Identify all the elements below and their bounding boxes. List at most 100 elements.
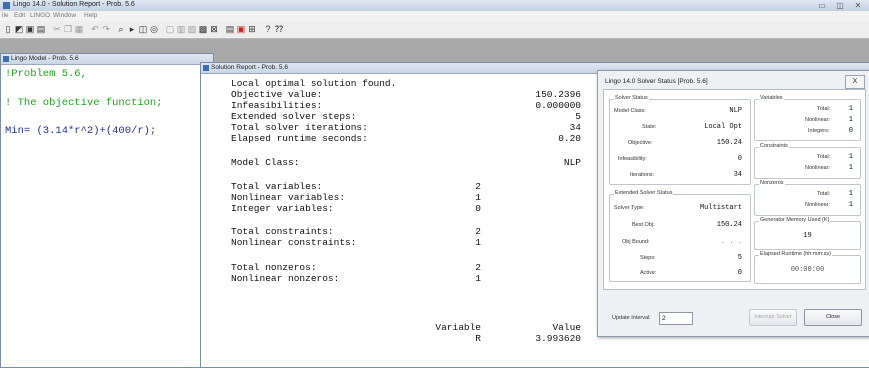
send-to-back-icon[interactable]: ▣ [236, 24, 246, 34]
menu-help[interactable]: Help [84, 12, 97, 19]
report-window-title: Solution Report - Prob. 5.6 [211, 64, 288, 71]
model-doc-icon [3, 56, 9, 62]
constraints-group: Constraints Total: 1 Nonlinear: 1 [754, 143, 861, 179]
variables-nonlinear-label: Nonlinear: [805, 117, 831, 123]
value-column-header: Value [552, 322, 581, 333]
model-line-1[interactable]: !Problem 5.6, [5, 68, 87, 80]
matrix-icon[interactable]: ▥ [176, 24, 186, 34]
count-value: 2 [475, 226, 481, 237]
find-icon[interactable]: ⌕ [116, 24, 126, 34]
report-header: Local optimal solution found. [231, 78, 397, 89]
model-line-2[interactable]: ! The objective function; [5, 97, 163, 109]
print-icon[interactable]: ▤ [36, 24, 46, 34]
open-folder-icon[interactable]: ◩ [14, 24, 24, 34]
model-window-title: Lingo Model - Prob. 5.6 [11, 55, 79, 62]
stat-label: Infeasibilities: [231, 100, 323, 111]
save-icon[interactable]: ▣ [25, 24, 35, 34]
runtime-value: 00:00:00 [790, 266, 825, 274]
stat-value: 150.2396 [535, 89, 581, 100]
arrange-icon[interactable]: ⊞ [247, 24, 257, 34]
match-paren-icon[interactable]: ◫ [138, 24, 148, 34]
copy-icon[interactable]: ❐ [63, 24, 73, 34]
constraints-nonlinear-label: Nonlinear: [805, 165, 831, 171]
nonzeros-total-value: 1 [848, 190, 853, 198]
best-obj-label: Best Obj: [632, 222, 655, 228]
model-class-label: Model Class: [231, 157, 300, 168]
model-class-value: NLP [729, 107, 742, 115]
state-label: State: [642, 124, 657, 130]
paste-icon[interactable]: ▦ [74, 24, 84, 34]
solver-status-group: Solver Status Model Class: NLP State: Lo… [609, 95, 751, 185]
active-label: Active: [640, 270, 657, 276]
redo-icon[interactable]: ↷ [101, 24, 111, 34]
obj-bound-label: Obj Bound: [622, 239, 650, 245]
extended-solver-legend: Extended Solver Status [614, 190, 674, 196]
update-interval-input[interactable]: 2 [659, 312, 693, 325]
count-value: 1 [475, 192, 481, 203]
objective-label: Objective: [628, 140, 653, 146]
stat-value: 0.20 [558, 133, 581, 144]
infeasibility-label: Infeasibility: [618, 156, 647, 162]
count-label: Total nonzeros: [231, 262, 317, 273]
obj-bound-value: . . . [720, 238, 742, 246]
new-file-icon[interactable]: ▯ [3, 24, 13, 34]
close-all-icon[interactable]: ⊠ [209, 24, 219, 34]
constraints-total-value: 1 [848, 153, 853, 161]
stat-value: 5 [575, 111, 581, 122]
count-label: Total constraints: [231, 226, 334, 237]
memory-value: 19 [803, 232, 812, 240]
goto-icon[interactable]: ▸ [127, 24, 137, 34]
count-label: Nonlinear nonzeros: [231, 273, 340, 284]
variables-nonlinear-value: 1 [848, 116, 853, 124]
help-icon[interactable]: ? [263, 24, 273, 34]
count-value: 2 [475, 181, 481, 192]
variable-value-cell: 3.993620 [535, 333, 581, 344]
count-value: 1 [475, 273, 481, 284]
status-panel: Solver Status Model Class: NLP State: Lo… [603, 89, 866, 290]
menu-lingo[interactable]: LINGO [30, 12, 50, 19]
model-class-value: NLP [563, 157, 581, 168]
stat-label: Extended solver steps: [231, 111, 357, 122]
menu-window[interactable]: Window [53, 12, 76, 19]
variables-group: Variables Total: 1 Nonlinear: 1 Integers… [754, 95, 861, 141]
close-button[interactable]: Close [804, 309, 862, 326]
options-icon[interactable]: ▧ [187, 24, 197, 34]
menu-bar: ile Edit LINGO Window Help [0, 11, 869, 21]
memory-group: Generator Memory Used (K) 19 [754, 217, 861, 250]
solver-status-dialog[interactable]: Lingo 14.0 Solver Status [Prob. 5.6] X S… [597, 70, 869, 337]
close-icon[interactable]: ✕ [852, 1, 864, 10]
report-doc-icon [203, 65, 209, 71]
menu-file[interactable]: ile [2, 12, 9, 19]
variables-integers-label: Integers: [808, 128, 830, 134]
iterations-value: 34 [733, 171, 742, 179]
stat-value: 34 [569, 122, 581, 133]
context-help-icon[interactable]: ⁇ [274, 24, 284, 34]
solver-type-value: Multistart [699, 204, 742, 212]
constraints-legend: Constraints [759, 143, 789, 149]
solution-icon[interactable]: ▢ [165, 24, 175, 34]
objective-value: 150.24 [716, 139, 742, 147]
runtime-legend: Elapsed Runtime (hh:mm:ss) [759, 251, 832, 257]
stat-label: Objective value: [231, 89, 323, 100]
count-label: Nonlinear constraints: [231, 237, 357, 248]
cut-icon[interactable]: ✂ [52, 24, 62, 34]
active-value: 0 [737, 269, 742, 277]
solve-icon[interactable]: ◎ [149, 24, 159, 34]
menu-edit[interactable]: Edit [14, 12, 25, 19]
tile-icon[interactable]: ▤ [225, 24, 235, 34]
variables-total-value: 1 [848, 105, 853, 113]
model-window-titlebar: Lingo Model - Prob. 5.6 [1, 54, 213, 65]
interrupt-solver-button[interactable]: Interrupt Solver [749, 309, 797, 326]
constraints-nonlinear-value: 1 [848, 164, 853, 172]
undo-icon[interactable]: ↶ [90, 24, 100, 34]
state-value: Local Opt [704, 123, 742, 131]
model-line-3[interactable]: Min= (3.14*r^2)+(400/r); [5, 125, 156, 137]
window-icon[interactable]: ▩ [198, 24, 208, 34]
model-window[interactable]: Lingo Model - Prob. 5.6 !Problem 5.6, ! … [0, 53, 214, 368]
maximize-icon[interactable]: ◫ [834, 1, 846, 10]
stat-value: 0.000000 [535, 100, 581, 111]
count-label: Total variables: [231, 181, 323, 192]
dialog-close-icon[interactable]: X [845, 75, 865, 89]
minimize-icon[interactable]: ▭ [816, 1, 828, 10]
nonzeros-nonlinear-value: 1 [848, 201, 853, 209]
